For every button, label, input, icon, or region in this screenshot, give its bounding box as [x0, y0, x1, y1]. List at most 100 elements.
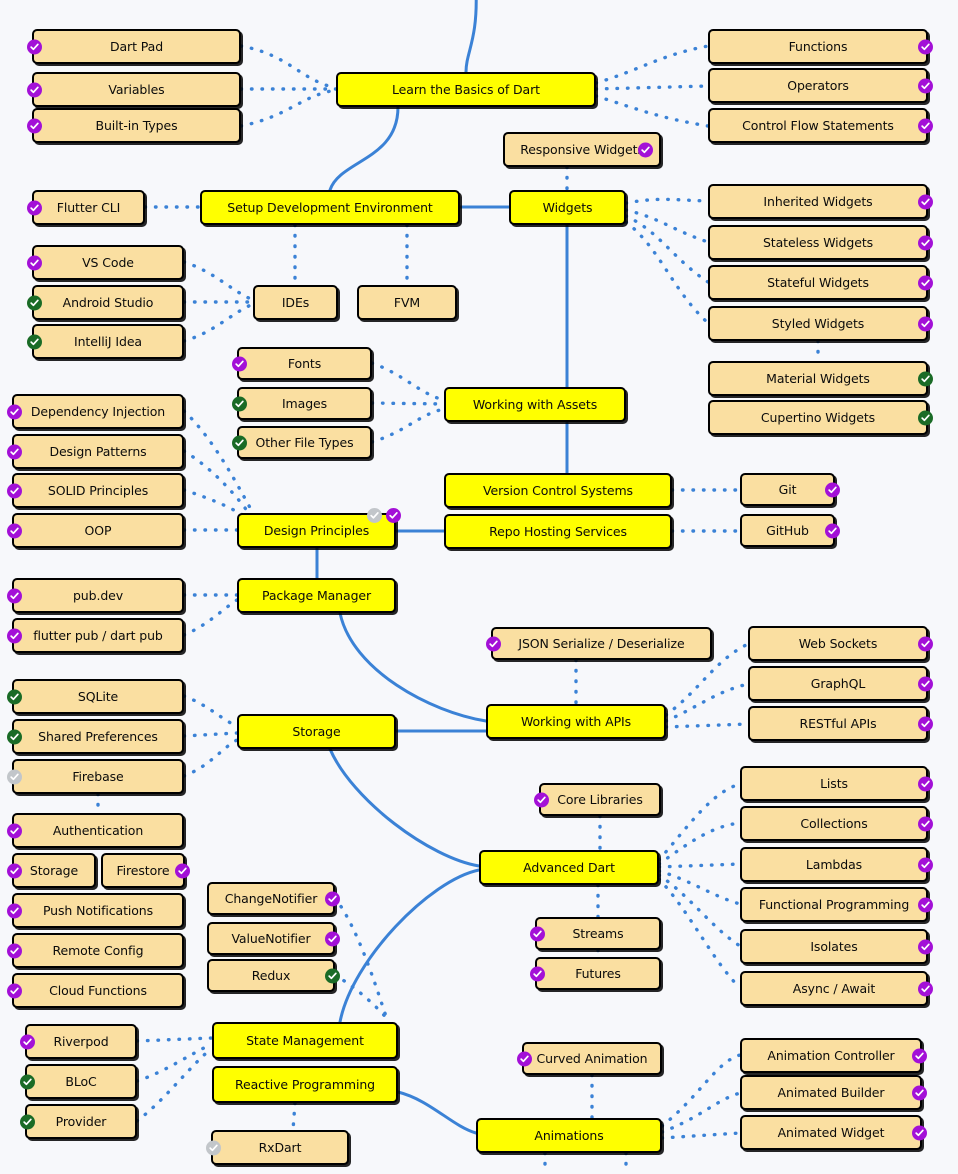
- status-badge-done[interactable]: [7, 863, 22, 878]
- status-badge-alt[interactable]: [27, 295, 42, 310]
- status-badge-done[interactable]: [7, 588, 22, 603]
- node-learn-basics-dart[interactable]: Learn the Basics of Dart: [336, 72, 596, 107]
- status-badge-done[interactable]: [386, 508, 401, 523]
- node-isolates[interactable]: Isolates: [740, 929, 933, 964]
- status-badge-done[interactable]: [918, 118, 933, 133]
- node-other-file-types[interactable]: Other File Types: [232, 426, 372, 459]
- node-stateless-widgets[interactable]: Stateless Widgets: [708, 225, 933, 260]
- status-badge-done[interactable]: [918, 39, 933, 54]
- node-riverpod[interactable]: Riverpod: [20, 1024, 137, 1059]
- status-badge-done[interactable]: [918, 816, 933, 831]
- status-badge-done[interactable]: [918, 676, 933, 691]
- status-badge-done[interactable]: [325, 891, 340, 906]
- node-push-notifications[interactable]: Push Notifications: [7, 893, 184, 928]
- status-badge-done[interactable]: [918, 275, 933, 290]
- node-provider[interactable]: Provider: [20, 1104, 137, 1139]
- node-collections[interactable]: Collections: [740, 806, 933, 841]
- node-solid-principles[interactable]: SOLID Principles: [7, 473, 184, 508]
- status-badge-done[interactable]: [7, 903, 22, 918]
- node-state-management[interactable]: State Management: [212, 1022, 398, 1059]
- node-dependency-injection[interactable]: Dependency Injection: [7, 394, 184, 429]
- node-vs-code[interactable]: VS Code: [27, 245, 184, 280]
- node-firestore[interactable]: Firestore: [101, 853, 190, 888]
- node-value-notifier[interactable]: ValueNotifier: [207, 922, 340, 955]
- status-badge-done[interactable]: [638, 142, 653, 157]
- status-badge-done[interactable]: [27, 255, 42, 270]
- node-functional-prog[interactable]: Functional Programming: [740, 887, 933, 922]
- status-badge-done[interactable]: [912, 1085, 927, 1100]
- status-badge-done[interactable]: [27, 82, 42, 97]
- status-badge-alt[interactable]: [232, 435, 247, 450]
- node-futures[interactable]: Futures: [530, 957, 661, 990]
- status-badge-alt[interactable]: [20, 1114, 35, 1129]
- status-badge-done[interactable]: [7, 983, 22, 998]
- node-web-sockets[interactable]: Web Sockets: [748, 626, 933, 661]
- node-advanced-dart[interactable]: Advanced Dart: [479, 850, 659, 885]
- status-badge-done[interactable]: [7, 444, 22, 459]
- status-badge-done[interactable]: [918, 981, 933, 996]
- status-badge-skipped[interactable]: [367, 508, 382, 523]
- node-redux[interactable]: Redux: [207, 959, 340, 992]
- status-badge-done[interactable]: [918, 194, 933, 209]
- node-working-with-assets[interactable]: Working with Assets: [444, 387, 626, 422]
- status-badge-done[interactable]: [912, 1125, 927, 1140]
- node-fonts[interactable]: Fonts: [232, 347, 372, 380]
- node-animation-controller[interactable]: Animation Controller: [740, 1038, 927, 1073]
- node-variables[interactable]: Variables: [27, 72, 241, 107]
- node-dart-pad[interactable]: Dart Pad: [27, 29, 241, 64]
- status-badge-done[interactable]: [918, 316, 933, 331]
- node-animations[interactable]: Animations: [476, 1118, 662, 1153]
- status-badge-alt[interactable]: [918, 371, 933, 386]
- node-built-in-types[interactable]: Built-in Types: [27, 108, 241, 143]
- node-fvm[interactable]: FVM: [357, 285, 457, 320]
- status-badge-alt[interactable]: [7, 729, 22, 744]
- node-flutter-cli[interactable]: Flutter CLI: [27, 190, 145, 225]
- node-change-notifier[interactable]: ChangeNotifier: [207, 882, 340, 915]
- node-flutter-pub[interactable]: flutter pub / dart pub: [7, 618, 184, 653]
- status-badge-done[interactable]: [530, 926, 545, 941]
- status-badge-done[interactable]: [175, 863, 190, 878]
- status-badge-done[interactable]: [918, 897, 933, 912]
- node-styled-widgets[interactable]: Styled Widgets: [708, 306, 933, 341]
- node-cloud-functions[interactable]: Cloud Functions: [7, 973, 184, 1008]
- status-badge-done[interactable]: [20, 1034, 35, 1049]
- node-storage-main[interactable]: Storage: [237, 714, 396, 749]
- status-badge-done[interactable]: [918, 78, 933, 93]
- node-storage-fb[interactable]: Storage: [7, 853, 96, 888]
- status-badge-done[interactable]: [486, 636, 501, 651]
- node-firebase[interactable]: Firebase: [7, 759, 184, 794]
- node-control-flow[interactable]: Control Flow Statements: [708, 108, 933, 143]
- status-badge-alt[interactable]: [7, 689, 22, 704]
- node-authentication[interactable]: Authentication: [7, 813, 184, 848]
- node-async-await[interactable]: Async / Await: [740, 971, 933, 1006]
- node-version-control[interactable]: Version Control Systems: [444, 473, 672, 508]
- status-badge-done[interactable]: [7, 523, 22, 538]
- node-git[interactable]: Git: [740, 473, 840, 506]
- status-badge-done[interactable]: [27, 200, 42, 215]
- node-rxdart[interactable]: RxDart: [206, 1130, 349, 1165]
- status-badge-done[interactable]: [912, 1048, 927, 1063]
- node-lists[interactable]: Lists: [740, 766, 933, 801]
- node-oop[interactable]: OOP: [7, 513, 184, 548]
- node-design-principles[interactable]: Design Principles: [237, 508, 401, 548]
- status-badge-skipped[interactable]: [206, 1140, 221, 1155]
- node-inherited-widgets[interactable]: Inherited Widgets: [708, 184, 933, 219]
- node-github[interactable]: GitHub: [740, 514, 840, 547]
- node-cupertino-widgets[interactable]: Cupertino Widgets: [708, 400, 933, 435]
- node-functions[interactable]: Functions: [708, 29, 933, 64]
- node-setup-dev-env[interactable]: Setup Development Environment: [200, 190, 460, 225]
- status-badge-alt[interactable]: [918, 410, 933, 425]
- status-badge-done[interactable]: [7, 404, 22, 419]
- status-badge-skipped[interactable]: [7, 769, 22, 784]
- status-badge-done[interactable]: [530, 966, 545, 981]
- node-package-manager[interactable]: Package Manager: [237, 578, 396, 613]
- status-badge-done[interactable]: [918, 857, 933, 872]
- status-badge-done[interactable]: [918, 235, 933, 250]
- node-reactive-programming[interactable]: Reactive Programming: [212, 1066, 398, 1103]
- status-badge-done[interactable]: [7, 823, 22, 838]
- node-sqlite[interactable]: SQLite: [7, 679, 184, 714]
- node-stateful-widgets[interactable]: Stateful Widgets: [708, 265, 933, 300]
- node-images[interactable]: Images: [232, 387, 372, 420]
- node-android-studio[interactable]: Android Studio: [27, 285, 184, 320]
- node-shared-preferences[interactable]: Shared Preferences: [7, 719, 184, 754]
